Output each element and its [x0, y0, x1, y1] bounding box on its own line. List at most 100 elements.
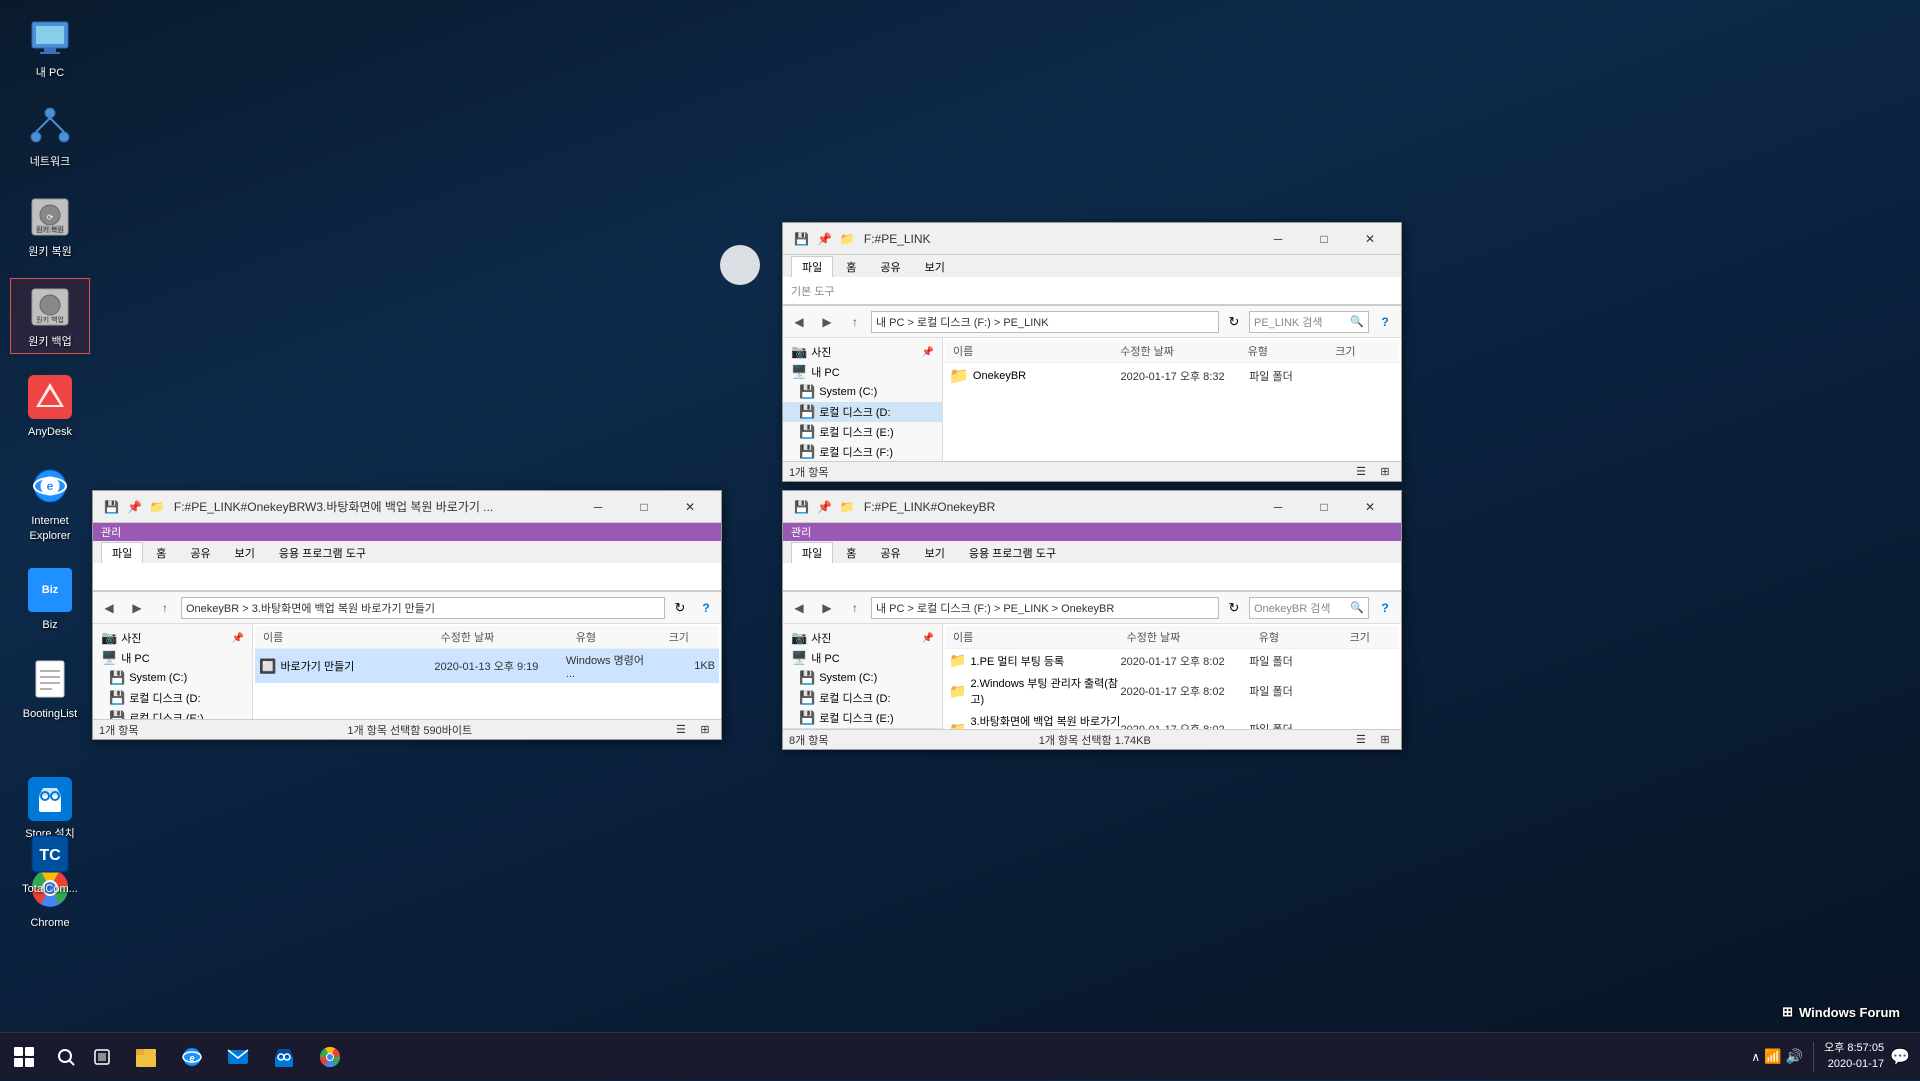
sidebar-drive-d[interactable]: 💾 로컬 디스크 (D:	[783, 402, 942, 422]
notification-icon[interactable]: 💬	[1890, 1047, 1910, 1067]
sidebar-drive-e[interactable]: 💾 로컬 디스크 (E:)	[783, 422, 942, 442]
tab-file-br[interactable]: 파일	[791, 542, 833, 563]
booting-list-icon[interactable]: BootingList	[10, 651, 90, 725]
quick-pin-bl[interactable]: 📌	[124, 499, 145, 515]
refresh-btn-bl[interactable]: ↻	[669, 597, 691, 619]
address-input-bl[interactable]: OnekeyBR > 3.바탕화면에 백업 복원 바로가기 만들기	[181, 597, 665, 619]
up-btn-br[interactable]: ↑	[843, 596, 867, 620]
minimize-btn-br[interactable]: ─	[1255, 491, 1301, 523]
col-date-bl[interactable]: 수정한 날짜	[437, 628, 572, 646]
tray-expand[interactable]: ∧	[1751, 1050, 1760, 1064]
table-row[interactable]: 📁 OnekeyBR 2020-01-17 오후 8:32 파일 폴더	[945, 363, 1399, 389]
taskbar-ie[interactable]: e	[170, 1035, 214, 1079]
tab-share-br[interactable]: 공유	[869, 542, 911, 563]
help-btn-br[interactable]: ?	[1373, 596, 1397, 620]
quick-pin[interactable]: 📌	[814, 231, 835, 247]
detail-view-bl[interactable]: ☰	[671, 721, 691, 739]
tile-view-btn[interactable]: ⊞	[1375, 463, 1395, 481]
sidebar-photos-bl[interactable]: 📷 사진 📌	[93, 628, 252, 648]
taskbar-chrome[interactable]	[308, 1035, 352, 1079]
sidebar-photos-br[interactable]: 📷 사진 📌	[783, 628, 942, 648]
close-button[interactable]: ✕	[1347, 223, 1393, 255]
tab-app-tools-br[interactable]: 응용 프로그램 도구	[958, 542, 1067, 563]
tab-view-bl[interactable]: 보기	[224, 542, 266, 563]
col-type-br[interactable]: 유형	[1255, 628, 1346, 646]
detail-view-btn[interactable]: ☰	[1351, 463, 1371, 481]
quick-save[interactable]: 💾	[791, 231, 812, 247]
refresh-btn-br[interactable]: ↻	[1223, 597, 1245, 619]
tab-share[interactable]: 공유	[869, 256, 911, 277]
help-button[interactable]: ?	[1373, 310, 1397, 334]
col-name[interactable]: 이름	[949, 342, 1116, 360]
minimize-btn-bl[interactable]: ─	[575, 491, 621, 523]
my-pc-icon[interactable]: 내 PC	[10, 10, 90, 84]
clock[interactable]: 오후 8:57:05 2020-01-17	[1824, 1041, 1884, 1072]
table-row[interactable]: 📁 1.PE 멀티 부팅 등록 2020-01-17 오후 8:02 파일 폴더	[945, 649, 1399, 672]
forward-btn-bl[interactable]: ▶	[125, 596, 149, 620]
sidebar-mypc-br[interactable]: 🖥️ 내 PC	[783, 648, 942, 668]
address-input-br[interactable]: 내 PC > 로컬 디스크 (F:) > PE_LINK > OnekeyBR	[871, 597, 1219, 619]
sidebar-c-bl[interactable]: 💾 System (C:)	[93, 668, 252, 688]
col-type[interactable]: 유형	[1244, 342, 1332, 360]
tile-view-bl[interactable]: ⊞	[695, 721, 715, 739]
anydesk-icon[interactable]: AnyDesk	[10, 369, 90, 443]
ie-icon[interactable]: e Internet Explorer	[10, 458, 90, 547]
maximize-button[interactable]: □	[1301, 223, 1347, 255]
quick-folder[interactable]: 📁	[837, 231, 858, 247]
sidebar-drive-f[interactable]: 💾 로컬 디스크 (F:)	[783, 442, 942, 461]
quick-folder-bl[interactable]: 📁	[147, 499, 168, 515]
sidebar-d-br[interactable]: 💾 로컬 디스크 (D:	[783, 688, 942, 708]
sidebar-e-bl[interactable]: 💾 로컬 디스크 (E:)	[93, 708, 252, 719]
col-date[interactable]: 수정한 날짜	[1116, 342, 1243, 360]
col-size-bl[interactable]: 크기	[665, 628, 715, 646]
wonki-backup-icon[interactable]: 원키 백업 원키 백업	[10, 278, 90, 354]
close-btn-br[interactable]: ✕	[1347, 491, 1393, 523]
close-btn-bl[interactable]: ✕	[667, 491, 713, 523]
help-btn-bl[interactable]: ?	[695, 596, 717, 620]
biz-icon[interactable]: Biz Biz	[10, 562, 90, 636]
maximize-btn-bl[interactable]: □	[621, 491, 667, 523]
cortana-button[interactable]	[84, 1033, 120, 1081]
search-box-br[interactable]: OnekeyBR 검색 🔍	[1249, 597, 1369, 619]
task-view-button[interactable]	[48, 1033, 84, 1081]
up-btn-bl[interactable]: ↑	[153, 596, 177, 620]
back-button[interactable]: ◀	[787, 310, 811, 334]
quick-save-br[interactable]: 💾	[791, 499, 812, 515]
detail-view-br[interactable]: ☰	[1351, 731, 1371, 749]
network-icon[interactable]: 네트워크	[10, 99, 90, 173]
forward-btn-br[interactable]: ▶	[815, 596, 839, 620]
tile-view-br[interactable]: ⊞	[1375, 731, 1395, 749]
col-name-bl[interactable]: 이름	[259, 628, 437, 646]
start-button[interactable]	[0, 1033, 48, 1081]
quick-save-bl[interactable]: 💾	[101, 499, 122, 515]
table-row-shortcut[interactable]: 🔲 바로가기 만들기 2020-01-13 오후 9:19 Windows 명령…	[255, 649, 719, 683]
maximize-btn-br[interactable]: □	[1301, 491, 1347, 523]
sidebar-d-bl[interactable]: 💾 로컬 디스크 (D:	[93, 688, 252, 708]
quick-pin-br[interactable]: 📌	[814, 499, 835, 515]
taskbar-store[interactable]	[262, 1035, 306, 1079]
taskbar-file-explorer[interactable]	[124, 1035, 168, 1079]
table-row[interactable]: 📁 2.Windows 부팅 관리자 출력(참고) 2020-01-17 오후 …	[945, 672, 1399, 710]
address-input[interactable]: 내 PC > 로컬 디스크 (F:) > PE_LINK	[871, 311, 1219, 333]
tab-home-bl[interactable]: 홈	[145, 542, 177, 563]
tab-view[interactable]: 보기	[914, 256, 956, 277]
sidebar-photos[interactable]: 📷 사진 📌	[783, 342, 942, 362]
tab-file[interactable]: 파일	[791, 256, 833, 277]
sidebar-my-pc[interactable]: 🖥️ 내 PC	[783, 362, 942, 382]
taskbar-mail[interactable]	[216, 1035, 260, 1079]
quick-folder-br[interactable]: 📁	[837, 499, 858, 515]
forward-button[interactable]: ▶	[815, 310, 839, 334]
back-btn-br[interactable]: ◀	[787, 596, 811, 620]
table-row[interactable]: 📁 3.바탕화면에 백업 복원 바로가기 만들기 2020-01-17 오후 8…	[945, 710, 1399, 729]
back-btn-bl[interactable]: ◀	[97, 596, 121, 620]
col-size[interactable]: 크기	[1331, 342, 1395, 360]
tab-home[interactable]: 홈	[835, 256, 867, 277]
col-size-br[interactable]: 크기	[1346, 628, 1395, 646]
tab-app-tools-bl[interactable]: 응용 프로그램 도구	[268, 542, 377, 563]
total-commander-icon[interactable]: TC TotalCom...	[10, 826, 90, 900]
col-date-br[interactable]: 수정한 날짜	[1123, 628, 1255, 646]
wonki-restore-icon[interactable]: ⟳ 원키 복원 원키 복원	[10, 189, 90, 263]
search-box[interactable]: PE_LINK 검색 🔍	[1249, 311, 1369, 333]
sidebar-e-br[interactable]: 💾 로컬 디스크 (E:)	[783, 708, 942, 728]
refresh-button[interactable]: ↻	[1223, 311, 1245, 333]
